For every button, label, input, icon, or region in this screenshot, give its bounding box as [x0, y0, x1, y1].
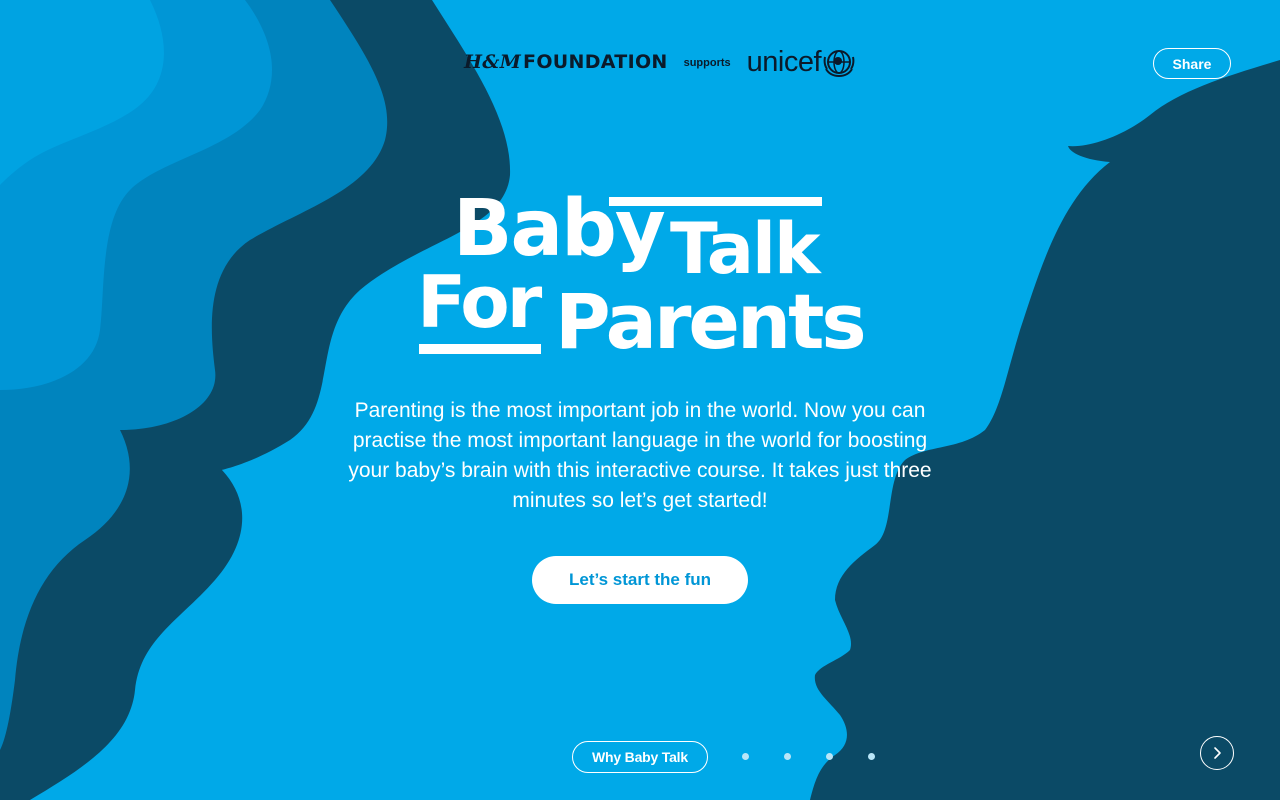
- pagination-dot-1[interactable]: [742, 753, 749, 760]
- title-word-parents: Parents: [555, 277, 867, 366]
- supports-label: supports: [683, 57, 731, 69]
- title-decor-line-for: [419, 344, 541, 354]
- title-word-baby: Baby: [453, 184, 666, 274]
- why-baby-talk-button[interactable]: Why Baby Talk: [572, 741, 708, 773]
- share-button[interactable]: Share: [1153, 48, 1231, 79]
- title-word-for: For: [417, 260, 542, 344]
- next-slide-button[interactable]: [1200, 736, 1234, 770]
- header-logos: H&M FOUNDATION supports unicef: [464, 46, 855, 78]
- unicef-logo-text: unicef: [746, 45, 822, 78]
- foundation-text: FOUNDATION: [523, 51, 668, 73]
- pagination-dot-3[interactable]: [826, 753, 833, 760]
- chevron-right-icon: [1214, 747, 1221, 759]
- unicef-globe-icon: [823, 50, 855, 77]
- intro-description: Parenting is the most important job in t…: [348, 399, 932, 512]
- start-button[interactable]: Let’s start the fun: [532, 556, 748, 604]
- pagination-dot-2[interactable]: [784, 753, 791, 760]
- pagination-dot-4[interactable]: [868, 753, 875, 760]
- hm-logo-mark: H&M: [464, 51, 522, 73]
- title-word-talk: Talk: [670, 208, 821, 290]
- hm-foundation-logo: H&M FOUNDATION: [464, 51, 668, 73]
